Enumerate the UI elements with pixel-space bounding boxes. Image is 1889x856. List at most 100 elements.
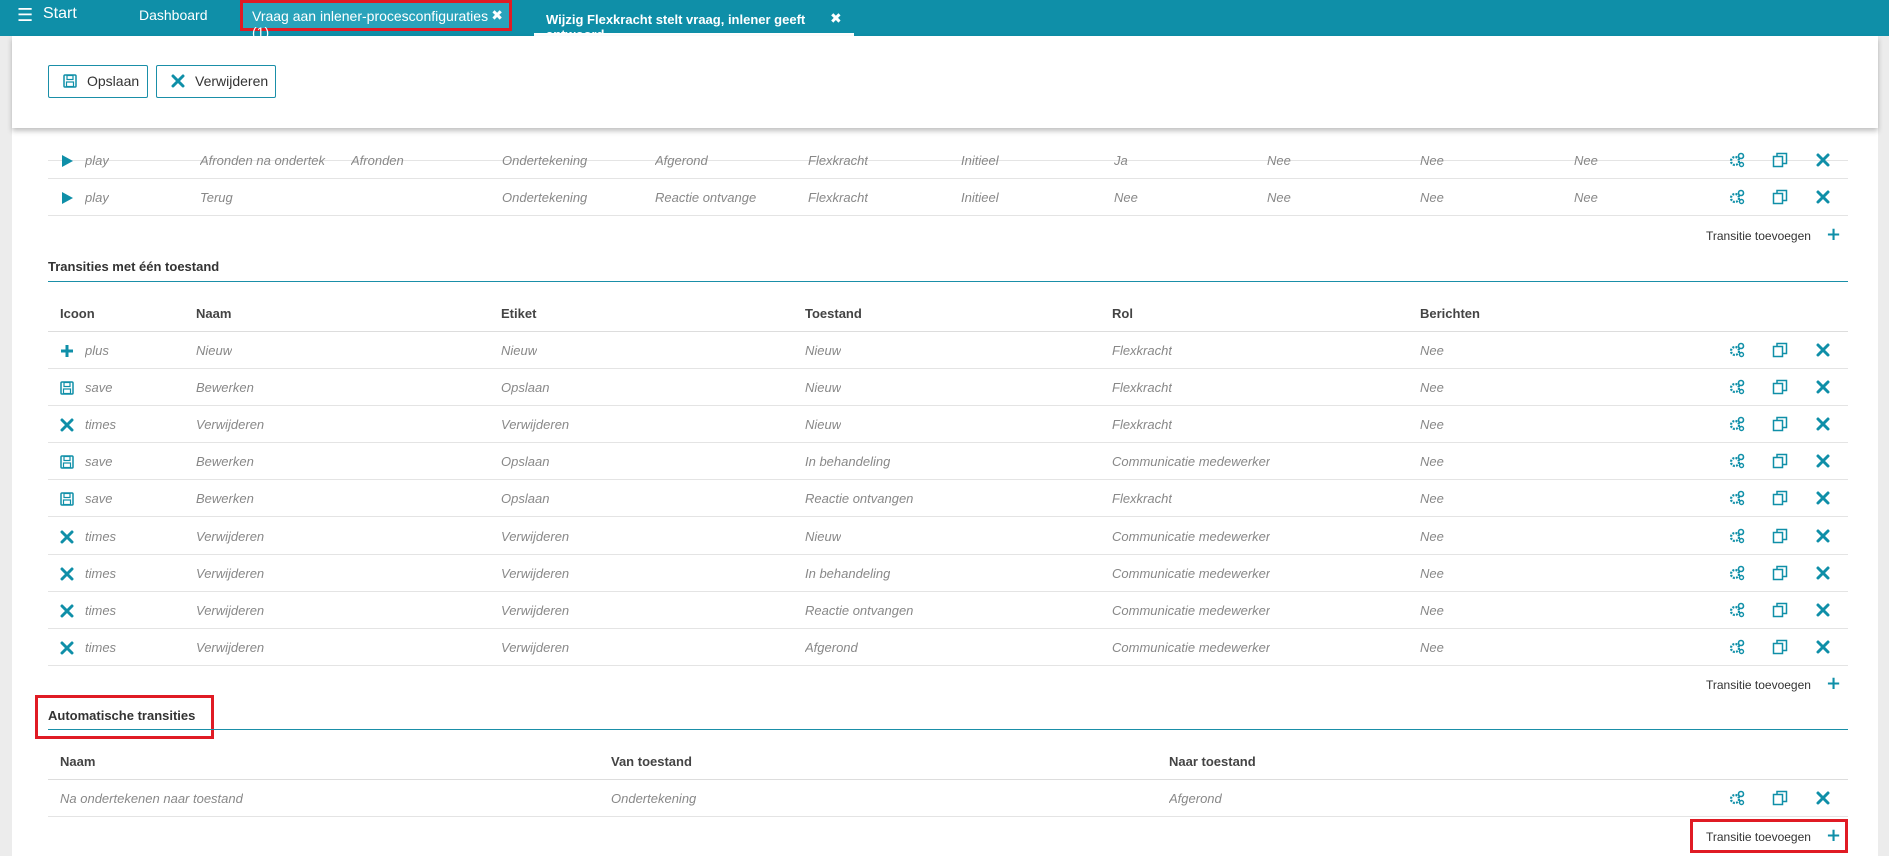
delete-icon[interactable] (1815, 565, 1831, 581)
delete-icon[interactable] (1815, 189, 1831, 205)
table-row[interactable]: play Terug Ondertekening Reactie ontvang… (48, 179, 1848, 216)
table-row[interactable]: times Verwijderen Verwijderen Nieuw Communic… (48, 518, 1848, 555)
state: In behandeling (805, 566, 891, 581)
settings-icon[interactable] (1729, 379, 1745, 395)
delete-icon[interactable] (1815, 790, 1831, 806)
column-header-state: Toestand (805, 306, 862, 321)
settings-icon[interactable] (1729, 565, 1745, 581)
value: Nee (1267, 190, 1291, 205)
settings-icon[interactable] (1729, 453, 1745, 469)
delete-icon[interactable] (1815, 152, 1831, 168)
state: In behandeling (805, 454, 891, 469)
table-row[interactable]: play Afronden na ondertek Afronden Onder… (48, 142, 1848, 179)
transition-name: Verwijderen (196, 566, 265, 581)
delete-button-label: Verwijderen (195, 73, 269, 89)
transition-name: Bewerken (196, 454, 254, 469)
delete-button[interactable]: Verwijderen (156, 65, 276, 98)
icon-name: times (85, 417, 117, 432)
role: Communicatie medewerker (1112, 640, 1271, 655)
column-header-name: Naam (60, 754, 96, 769)
tab-wijzig-flexkracht[interactable]: Wijzig Flexkracht stelt vraag, inlener g… (534, 0, 854, 42)
delete-icon[interactable] (1815, 379, 1831, 395)
copy-icon[interactable] (1772, 416, 1788, 432)
delete-icon[interactable] (1815, 342, 1831, 358)
messages: Nee (1420, 343, 1444, 358)
settings-icon[interactable] (1729, 189, 1745, 205)
transition-name: Verwijderen (196, 640, 265, 655)
settings-icon[interactable] (1729, 152, 1745, 168)
transition-name: Afronden na ondertek (200, 153, 326, 168)
transition-label: Verwijderen (501, 529, 570, 544)
role: Communicatie medewerker (1112, 454, 1271, 469)
delete-icon[interactable] (1815, 490, 1831, 506)
column-header-from: Van toestand (611, 754, 692, 769)
table-row[interactable]: times Verwijderen Verwijderen Reactie ontva… (48, 592, 1848, 629)
save-button[interactable]: Opslaan (48, 65, 148, 98)
messages: Nee (1420, 417, 1444, 432)
role: Flexkracht (1112, 343, 1172, 358)
copy-icon[interactable] (1772, 152, 1788, 168)
close-tab-icon[interactable]: ✖ (830, 11, 842, 27)
settings-icon[interactable] (1729, 528, 1745, 544)
table-row[interactable]: times Verwijderen Verwijderen Nieuw Flexkrac… (48, 406, 1848, 443)
transition-label: Afronden (351, 153, 404, 168)
transition-label: Verwijderen (501, 417, 570, 432)
copy-icon[interactable] (1772, 639, 1788, 655)
tab-procesconfiguraties[interactable]: Vraag aan inlener-procesconfiguraties (1… (240, 0, 512, 40)
transition-name: Verwijderen (196, 529, 265, 544)
section-divider (48, 729, 1848, 730)
role: Communicatie medewerker (1112, 603, 1271, 618)
close-icon (171, 74, 185, 88)
icon-name: plus (85, 343, 109, 358)
table-row[interactable]: save Bewerken Opslaan Reactie ontvangen Flex… (48, 480, 1848, 517)
copy-icon[interactable] (1772, 453, 1788, 469)
delete-icon[interactable] (1815, 416, 1831, 432)
messages: Nee (1420, 529, 1444, 544)
delete-icon[interactable] (1815, 453, 1831, 469)
copy-icon[interactable] (1772, 189, 1788, 205)
messages: Nee (1420, 603, 1444, 618)
to-state: Afgerond (655, 153, 708, 168)
table-row[interactable]: plus Nieuw Nieuw Nieuw Flexkracht Nee (48, 332, 1848, 369)
add-transition-link[interactable]: Transitie toevoegen + (1706, 825, 1841, 846)
copy-icon[interactable] (1772, 342, 1788, 358)
settings-icon[interactable] (1729, 342, 1745, 358)
table-row[interactable]: times Verwijderen Verwijderen Afgerond Commu… (48, 629, 1848, 666)
settings-icon[interactable] (1729, 602, 1745, 618)
icon-name: times (85, 603, 117, 618)
type: Initieel (961, 190, 999, 205)
column-header-messages: Berichten (1420, 306, 1480, 321)
delete-icon[interactable] (1815, 639, 1831, 655)
save-icon (60, 492, 74, 506)
tab-dashboard[interactable]: Dashboard (139, 7, 208, 23)
copy-icon[interactable] (1772, 565, 1788, 581)
start-link[interactable]: Start (43, 5, 77, 23)
table-row[interactable]: times Verwijderen Verwijderen In behandelin… (48, 555, 1848, 592)
copy-icon[interactable] (1772, 379, 1788, 395)
copy-icon[interactable] (1772, 790, 1788, 806)
copy-icon[interactable] (1772, 602, 1788, 618)
settings-icon[interactable] (1729, 416, 1745, 432)
table-row[interactable]: save Bewerken Opslaan Nieuw Flexkracht Nee (48, 369, 1848, 406)
add-transition-link[interactable]: Transitie toevoegen + (1706, 673, 1841, 694)
delete-icon[interactable] (1815, 602, 1831, 618)
add-transition-link[interactable]: Transitie toevoegen + (1706, 224, 1841, 245)
value: Nee (1574, 153, 1598, 168)
settings-icon[interactable] (1729, 490, 1745, 506)
table-row[interactable]: Na ondertekenen naar toestand Onderteken… (48, 780, 1848, 817)
save-button-label: Opslaan (87, 73, 140, 89)
state: Nieuw (805, 380, 842, 395)
close-tab-icon[interactable]: ✖ (491, 8, 503, 24)
icon-name: times (85, 640, 117, 655)
menu-icon[interactable]: ☰ (17, 7, 33, 25)
delete-icon[interactable] (1815, 528, 1831, 544)
settings-icon[interactable] (1729, 639, 1745, 655)
settings-icon[interactable] (1729, 790, 1745, 806)
to-state: Reactie ontvange (655, 190, 757, 205)
table-row[interactable]: save Bewerken Opslaan In behandeling Communi… (48, 443, 1848, 480)
section-title-single-state: Transities met één toestand (48, 259, 220, 274)
copy-icon[interactable] (1772, 490, 1788, 506)
close-icon (60, 530, 74, 544)
copy-icon[interactable] (1772, 528, 1788, 544)
save-icon (60, 455, 74, 469)
